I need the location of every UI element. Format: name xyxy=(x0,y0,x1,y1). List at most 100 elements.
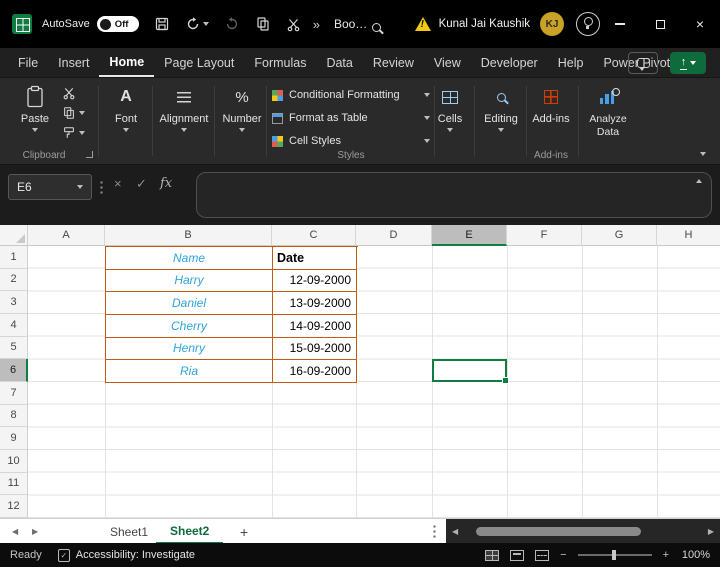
tab-data[interactable]: Data xyxy=(316,48,362,77)
tab-formulas[interactable]: Formulas xyxy=(244,48,316,77)
column-header-f[interactable]: F xyxy=(507,225,582,246)
excel-logo-icon[interactable] xyxy=(12,14,32,34)
minimize-button[interactable] xyxy=(600,0,640,48)
alignment-group-button[interactable]: Alignment xyxy=(156,84,212,132)
cell-c1[interactable]: Date xyxy=(273,247,357,270)
share-button[interactable]: ↑ xyxy=(670,52,706,74)
comments-button[interactable] xyxy=(628,52,658,74)
format-as-table-button[interactable]: Format as Table xyxy=(272,109,430,127)
cell-b5[interactable]: Henry xyxy=(106,338,273,361)
font-group-button[interactable]: A Font xyxy=(102,84,150,132)
column-header-a[interactable]: A xyxy=(28,225,105,246)
row-header-8[interactable]: 8 xyxy=(0,405,28,428)
cut-icon[interactable] xyxy=(286,17,301,32)
page-layout-view-icon[interactable] xyxy=(510,550,524,561)
row-header-7[interactable]: 7 xyxy=(0,382,28,405)
row-header-10[interactable]: 10 xyxy=(0,450,28,473)
lightbulb-icon[interactable] xyxy=(576,12,600,36)
paste-button[interactable]: Paste xyxy=(12,84,58,132)
row-header-9[interactable]: 9 xyxy=(0,427,28,450)
column-header-h[interactable]: H xyxy=(657,225,720,246)
copy-ribbon-icon[interactable] xyxy=(62,105,85,121)
row-header-1[interactable]: 1 xyxy=(0,246,28,269)
sheet-tab-sheet1[interactable]: Sheet1 xyxy=(96,519,162,544)
zoom-out-icon[interactable]: − xyxy=(560,549,566,561)
undo-dropdown-icon[interactable] xyxy=(203,22,209,26)
tab-review[interactable]: Review xyxy=(363,48,424,77)
cell-c4[interactable]: 14-09-2000 xyxy=(273,315,357,338)
cut-ribbon-icon[interactable] xyxy=(62,85,85,101)
redo-icon[interactable] xyxy=(224,16,240,32)
conditional-formatting-button[interactable]: Conditional Formatting xyxy=(272,86,430,104)
scrollbar-thumb[interactable] xyxy=(476,527,641,536)
zoom-slider-thumb[interactable] xyxy=(612,550,616,560)
accessibility-status[interactable]: Accessibility: Investigate xyxy=(76,549,195,561)
row-header-2[interactable]: 2 xyxy=(0,269,28,292)
tab-insert[interactable]: Insert xyxy=(48,48,99,77)
cell-c2[interactable]: 12-09-2000 xyxy=(273,270,357,293)
zoom-in-icon[interactable]: + xyxy=(663,549,669,561)
sheet-bar-divider[interactable] xyxy=(433,524,436,539)
column-header-b[interactable]: B xyxy=(105,225,272,246)
workbook-name[interactable]: Boo… xyxy=(334,17,367,31)
zoom-level[interactable]: 100% xyxy=(680,549,710,561)
zoom-slider[interactable] xyxy=(578,554,652,556)
scroll-right-icon[interactable]: ▶ xyxy=(702,527,720,536)
column-header-d[interactable]: D xyxy=(356,225,432,246)
column-header-c[interactable]: C xyxy=(272,225,356,246)
new-sheet-button[interactable]: + xyxy=(240,519,248,544)
tab-file[interactable]: File xyxy=(8,48,48,77)
column-header-g[interactable]: G xyxy=(582,225,657,246)
cell-b4[interactable]: Cherry xyxy=(106,315,273,338)
select-all-corner[interactable] xyxy=(0,225,28,246)
format-painter-icon[interactable] xyxy=(62,125,85,141)
cancel-icon[interactable]: × xyxy=(114,176,122,191)
tab-home[interactable]: Home xyxy=(99,48,154,77)
insert-function-icon[interactable]: fx xyxy=(160,176,172,191)
add-ins-button[interactable]: Add-ins xyxy=(528,84,574,125)
row-header-12[interactable]: 12 xyxy=(0,495,28,518)
user-name[interactable]: Kunal Jai Kaushik xyxy=(439,18,530,30)
formula-input[interactable] xyxy=(196,172,712,218)
save-icon[interactable] xyxy=(154,16,170,32)
cell-b6[interactable]: Ria xyxy=(106,360,273,383)
page-break-view-icon[interactable] xyxy=(535,550,549,561)
cell-c3[interactable]: 13-09-2000 xyxy=(273,292,357,315)
cell-c5[interactable]: 15-09-2000 xyxy=(273,338,357,361)
cell-c6[interactable]: 16-09-2000 xyxy=(273,360,357,383)
autosave-toggle[interactable]: Off xyxy=(97,16,139,32)
more-commands-icon[interactable]: » xyxy=(313,17,320,32)
cell-b1[interactable]: Name xyxy=(106,247,273,270)
accessibility-checker-icon[interactable]: ✓ xyxy=(58,549,70,562)
cell-b2[interactable]: Harry xyxy=(106,270,273,293)
tab-view[interactable]: View xyxy=(424,48,471,77)
column-header-e[interactable]: E xyxy=(432,225,507,246)
search-icon[interactable] xyxy=(372,19,381,37)
normal-view-icon[interactable] xyxy=(485,550,499,561)
clipboard-dialog-launcher-icon[interactable] xyxy=(86,151,93,158)
formula-bar-expand-icon[interactable] xyxy=(696,179,702,183)
cell-styles-button[interactable]: Cell Styles xyxy=(272,132,430,150)
row-header-11[interactable]: 11 xyxy=(0,473,28,496)
tab-help[interactable]: Help xyxy=(548,48,594,77)
undo-icon[interactable] xyxy=(185,16,209,32)
scrollbar-track[interactable] xyxy=(464,519,702,544)
maximize-button[interactable] xyxy=(640,0,680,48)
row-header-6[interactable]: 6 xyxy=(0,359,28,382)
tab-page-layout[interactable]: Page Layout xyxy=(154,48,244,77)
copy-icon[interactable] xyxy=(255,16,271,32)
close-button[interactable]: × xyxy=(680,0,720,48)
selected-cell-e6[interactable] xyxy=(432,359,507,382)
sheet-nav-right-icon[interactable]: ▶ xyxy=(32,519,38,544)
avatar[interactable]: KJ xyxy=(540,12,564,36)
row-header-4[interactable]: 4 xyxy=(0,314,28,337)
tab-developer[interactable]: Developer xyxy=(471,48,548,77)
analyze-data-button[interactable]: Analyze Data xyxy=(580,84,636,138)
sheet-nav-left-icon[interactable]: ◀ xyxy=(12,519,18,544)
row-header-5[interactable]: 5 xyxy=(0,337,28,360)
number-group-button[interactable]: % Number xyxy=(218,84,266,132)
name-box[interactable]: E6 xyxy=(8,174,92,200)
collapse-ribbon-icon[interactable] xyxy=(700,152,706,156)
cell-b3[interactable]: Daniel xyxy=(106,292,273,315)
warning-icon[interactable] xyxy=(415,17,431,31)
